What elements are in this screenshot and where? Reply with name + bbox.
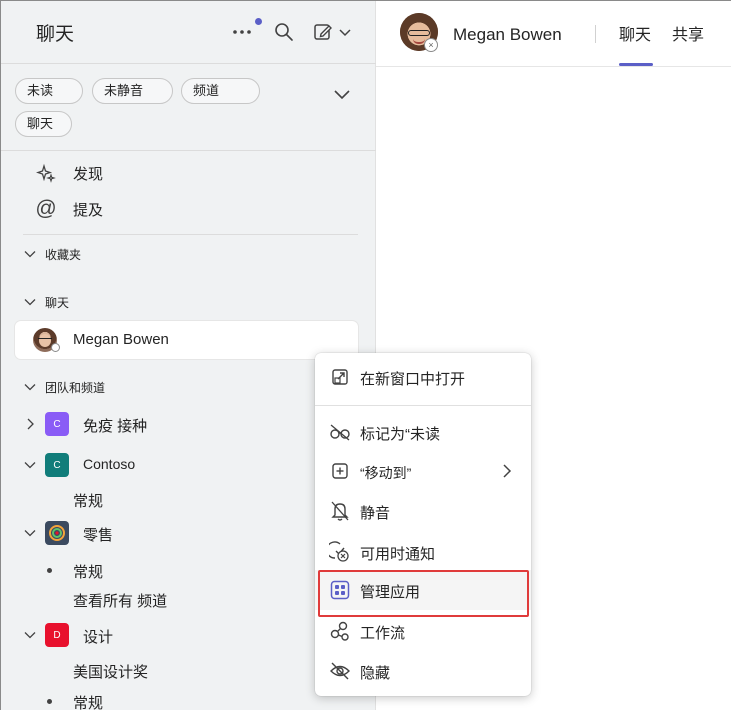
notify-available-icon	[329, 541, 351, 563]
bullet-icon	[47, 699, 52, 704]
nav-mentions[interactable]: @ 提及	[1, 194, 376, 224]
chevron-down-icon	[24, 632, 36, 639]
menu-item-label: 可用时通知	[360, 546, 436, 563]
channel-name: 美国设计奖	[73, 664, 149, 681]
more-icon	[233, 30, 251, 34]
chat-list-title: 聊天	[36, 24, 75, 45]
section-favorites[interactable]: 收藏夹	[1, 242, 376, 266]
menu-mute[interactable]: 静音	[315, 491, 531, 531]
header-divider	[1, 63, 376, 64]
team-name: Contoso	[83, 456, 136, 472]
channel-name: 常规	[73, 564, 104, 581]
section-favorites-label: 收藏夹	[45, 248, 82, 262]
conversation-title: Megan Bowen	[453, 25, 562, 44]
compose-icon	[314, 24, 332, 40]
team-name: 零售	[83, 527, 114, 544]
menu-hide[interactable]: 隐藏	[315, 651, 531, 691]
bullet-icon	[47, 568, 52, 573]
nav-mentions-label: 提及	[73, 201, 104, 219]
search-icon	[275, 23, 293, 41]
menu-item-label: 静音	[360, 505, 391, 522]
chat-item-name: Megan Bowen	[73, 331, 169, 348]
channel-name: 常规	[73, 493, 104, 510]
channel-name: 查看所有 频道	[73, 593, 168, 610]
team-avatar	[45, 521, 69, 545]
chevron-down-icon	[24, 251, 36, 258]
chevron-down-icon	[24, 530, 36, 537]
filters-divider	[1, 150, 376, 151]
highlight-annotation	[318, 570, 529, 617]
new-chat-button[interactable]	[309, 19, 355, 45]
menu-item-label: “移动到”	[360, 465, 412, 481]
chat-context-menu: 在新窗口中打开 标记为“未读 “移动到” 静音 可用时通知 管理应用 工作流 隐…	[315, 353, 531, 696]
chevron-down-icon	[339, 29, 351, 37]
chevron-down-icon	[24, 299, 36, 306]
menu-workflows[interactable]: 工作流	[315, 611, 531, 651]
more-options-button[interactable]	[229, 19, 255, 45]
at-icon: @	[35, 197, 57, 220]
filter-channels[interactable]: 频道	[181, 78, 260, 104]
team-avatar: C	[45, 412, 69, 436]
menu-item-label: 在新窗口中打开	[360, 371, 466, 388]
mute-bell-icon	[329, 500, 351, 522]
retail-logo-icon	[49, 525, 65, 541]
filter-unread[interactable]: 未读	[15, 78, 83, 104]
channel-name: 常规	[73, 695, 104, 710]
header-separator	[595, 25, 596, 43]
expand-filters-button[interactable]	[331, 83, 353, 105]
menu-move-to[interactable]: “移动到”	[315, 451, 531, 491]
tab-chat[interactable]: 聊天	[619, 21, 651, 45]
section-teams-label: 团队和频道	[45, 381, 106, 395]
chevron-right-icon	[27, 418, 34, 430]
mark-unread-icon	[329, 421, 351, 443]
presence-offline-icon: ×	[424, 38, 438, 52]
sparkle-icon	[35, 162, 57, 184]
filter-unmuted[interactable]: 未静音	[92, 78, 173, 104]
menu-mark-unread[interactable]: 标记为“未读	[315, 412, 531, 452]
chat-item-megan-bowen[interactable]: Megan Bowen	[15, 321, 358, 359]
presence-offline-icon	[51, 343, 60, 352]
hide-eye-icon	[329, 660, 351, 682]
add-square-icon	[329, 460, 351, 482]
nav-discover[interactable]: 发现	[1, 158, 376, 188]
chevron-down-icon	[334, 90, 350, 100]
team-avatar: C	[45, 453, 69, 477]
menu-divider	[315, 405, 531, 406]
notification-dot	[255, 18, 262, 25]
search-button[interactable]	[271, 19, 297, 45]
menu-notify-when-available[interactable]: 可用时通知	[315, 532, 531, 572]
tab-shared[interactable]: 共享	[672, 21, 704, 45]
section-chats-label: 聊天	[45, 296, 70, 310]
chevron-down-icon	[24, 384, 36, 391]
workflow-icon	[329, 620, 351, 642]
chevron-down-icon	[24, 462, 36, 469]
menu-item-label: 标记为“未读	[360, 426, 440, 443]
open-in-new-window-icon	[329, 366, 351, 388]
menu-item-label: 工作流	[360, 625, 406, 642]
team-avatar: D	[45, 623, 69, 647]
nav-divider	[23, 234, 358, 235]
chevron-right-icon	[503, 464, 512, 478]
active-tab-indicator	[619, 63, 653, 66]
menu-open-new-window[interactable]: 在新窗口中打开	[315, 357, 531, 397]
menu-item-label: 隐藏	[360, 665, 391, 682]
team-name: 免疫 接种	[83, 418, 148, 435]
section-chats[interactable]: 聊天	[1, 290, 376, 314]
conversation-header: × Megan Bowen 聊天 共享	[376, 1, 731, 67]
filter-chats[interactable]: 聊天	[15, 111, 72, 137]
team-name: 设计	[83, 629, 114, 646]
nav-discover-label: 发现	[73, 165, 104, 183]
chat-list-header: 聊天	[1, 1, 376, 63]
